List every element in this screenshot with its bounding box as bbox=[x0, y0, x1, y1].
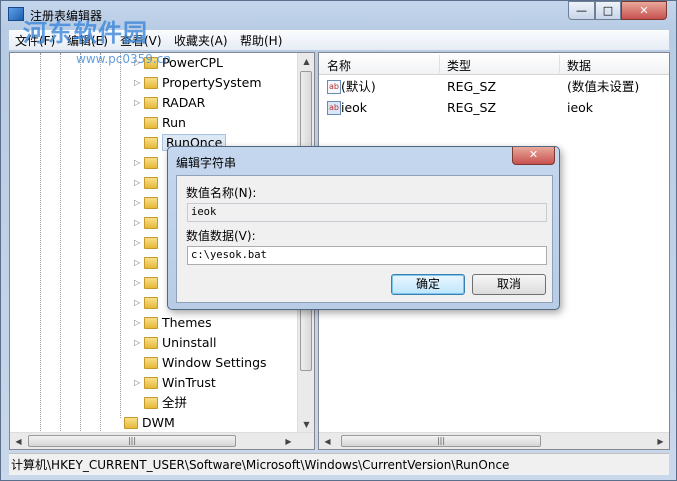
scroll-thumb[interactable]: ||| bbox=[28, 435, 236, 447]
folder-icon bbox=[144, 97, 158, 109]
tree-guide-line bbox=[80, 53, 81, 433]
folder-icon bbox=[124, 417, 138, 429]
folder-icon bbox=[144, 397, 158, 409]
tree-item[interactable]: ▷ bbox=[134, 193, 162, 213]
tree-item[interactable]: Run bbox=[134, 113, 186, 133]
list-item[interactable]: ab ieok REG_SZ ieok bbox=[319, 98, 649, 118]
tree-horizontal-scrollbar[interactable]: ◀ ||| ▶ bbox=[10, 432, 314, 449]
maximize-button[interactable]: □ bbox=[595, 1, 621, 20]
expand-arrow-icon[interactable]: ▷ bbox=[134, 173, 144, 193]
expand-arrow-icon[interactable]: ▷ bbox=[134, 213, 144, 233]
watermark-url: www.pc0359.cn bbox=[76, 52, 171, 66]
folder-icon bbox=[144, 357, 158, 369]
expand-arrow-icon[interactable]: ▷ bbox=[134, 333, 144, 353]
tree-item[interactable]: 全拼 bbox=[134, 393, 187, 413]
value-name-field[interactable]: ieok bbox=[187, 203, 547, 222]
list-item-type: REG_SZ bbox=[447, 79, 497, 94]
folder-icon bbox=[144, 337, 158, 349]
value-data-field[interactable]: c:\yesok.bat bbox=[187, 246, 547, 265]
folder-icon bbox=[144, 177, 158, 189]
cancel-button[interactable]: 取消 bbox=[472, 274, 546, 295]
expand-arrow-icon[interactable]: ▷ bbox=[134, 93, 144, 113]
expand-arrow-icon[interactable]: ▷ bbox=[134, 373, 144, 393]
column-header-data[interactable]: 数据 bbox=[567, 57, 591, 74]
dialog-title: 编辑字符串 bbox=[176, 156, 237, 170]
folder-icon bbox=[144, 237, 158, 249]
string-value-icon: ab bbox=[327, 101, 341, 115]
scroll-down-icon[interactable]: ▼ bbox=[298, 416, 314, 433]
regedit-app-icon bbox=[8, 7, 24, 21]
tree-item[interactable]: ▷ bbox=[134, 253, 162, 273]
minimize-button[interactable]: — bbox=[568, 1, 595, 20]
tree-item[interactable]: ▷ bbox=[134, 213, 162, 233]
scroll-left-icon[interactable]: ◀ bbox=[10, 433, 27, 449]
folder-icon bbox=[144, 217, 158, 229]
value-name-label: 数值名称(N): bbox=[186, 186, 257, 200]
folder-icon bbox=[144, 257, 158, 269]
column-separator bbox=[439, 55, 440, 73]
list-header: 名称 类型 数据 bbox=[319, 53, 669, 75]
expand-arrow-icon[interactable]: ▷ bbox=[134, 73, 144, 93]
scroll-right-icon[interactable]: ▶ bbox=[652, 433, 669, 449]
scroll-left-icon[interactable]: ◀ bbox=[319, 433, 336, 449]
tree-guide-line bbox=[40, 53, 41, 433]
list-item-type: REG_SZ bbox=[447, 100, 497, 115]
expand-arrow-icon[interactable]: ▷ bbox=[134, 273, 144, 293]
expand-arrow-icon[interactable]: ▷ bbox=[134, 153, 144, 173]
scroll-thumb[interactable]: ||| bbox=[341, 435, 541, 447]
close-button[interactable]: ✕ bbox=[621, 1, 667, 20]
tree-item[interactable]: ▷ WinTrust bbox=[134, 373, 216, 393]
tree-item[interactable]: ▷ bbox=[134, 273, 162, 293]
list-item[interactable]: ab (默认) REG_SZ (数值未设置) bbox=[319, 77, 649, 97]
expand-arrow-icon[interactable]: ▷ bbox=[134, 293, 144, 313]
folder-icon bbox=[144, 317, 158, 329]
expand-arrow-icon[interactable]: ▷ bbox=[134, 193, 144, 213]
folder-icon bbox=[144, 137, 158, 149]
status-bar: 计算机\HKEY_CURRENT_USER\Software\Microsoft… bbox=[9, 453, 669, 475]
tree-guide-line bbox=[120, 53, 121, 418]
tree-item[interactable]: ▷ PropertySystem bbox=[134, 73, 262, 93]
column-separator bbox=[559, 55, 560, 73]
tree-item[interactable]: ▷ bbox=[134, 233, 162, 253]
folder-icon bbox=[144, 297, 158, 309]
folder-icon bbox=[144, 77, 158, 89]
edit-string-dialog: 编辑字符串 ✕ 数值名称(N): ieok 数值数据(V): c:\yesok.… bbox=[167, 146, 560, 310]
menu-favorites[interactable]: 收藏夹(A) bbox=[174, 32, 228, 49]
tree-item[interactable]: ▷ bbox=[134, 153, 162, 173]
tree-item[interactable]: ▷ bbox=[134, 173, 162, 193]
registry-editor-window: 注册表编辑器 — □ ✕ 文件(F) 编辑(E) 查看(V) 收藏夹(A) 帮助… bbox=[0, 0, 677, 481]
string-value-icon: ab bbox=[327, 80, 341, 94]
folder-icon bbox=[144, 157, 158, 169]
folder-icon bbox=[144, 377, 158, 389]
folder-icon bbox=[144, 197, 158, 209]
column-header-type[interactable]: 类型 bbox=[447, 57, 471, 74]
value-data-label: 数值数据(V): bbox=[186, 229, 256, 243]
list-item-data: ieok bbox=[567, 100, 594, 115]
tree-item[interactable]: Window Settings bbox=[134, 353, 267, 373]
scroll-right-icon[interactable]: ▶ bbox=[280, 433, 297, 449]
tree-guide-line bbox=[60, 53, 61, 433]
watermark-brand: 河东软件园 bbox=[23, 18, 148, 47]
dialog-close-button[interactable]: ✕ bbox=[512, 147, 555, 165]
tree-item[interactable]: ▷ Uninstall bbox=[134, 333, 217, 353]
tree-item[interactable]: ▷ bbox=[134, 293, 162, 313]
column-header-name[interactable]: 名称 bbox=[327, 57, 351, 74]
tree-item-parent[interactable]: DWM bbox=[114, 413, 175, 433]
ok-button[interactable]: 确定 bbox=[391, 274, 465, 295]
list-item-name-cell: ab ieok bbox=[327, 100, 368, 115]
scroll-up-icon[interactable]: ▲ bbox=[298, 53, 314, 70]
dialog-body: 数值名称(N): ieok 数值数据(V): c:\yesok.bat 确定 取… bbox=[176, 175, 553, 303]
list-horizontal-scrollbar[interactable]: ◀ ||| ▶ bbox=[319, 432, 669, 449]
expand-arrow-icon[interactable]: ▷ bbox=[134, 233, 144, 253]
menu-help[interactable]: 帮助(H) bbox=[240, 32, 282, 49]
folder-icon bbox=[144, 277, 158, 289]
expand-arrow-icon[interactable]: ▷ bbox=[134, 313, 144, 333]
tree-guide-line bbox=[100, 53, 101, 433]
tree-item[interactable]: ▷ Themes bbox=[134, 313, 212, 333]
tree-item[interactable]: ▷ RADAR bbox=[134, 93, 205, 113]
expand-arrow-icon[interactable]: ▷ bbox=[134, 253, 144, 273]
list-item-data: (数值未设置) bbox=[567, 79, 640, 94]
list-item-name-cell: ab (默认) bbox=[327, 79, 376, 94]
folder-icon bbox=[144, 117, 158, 129]
